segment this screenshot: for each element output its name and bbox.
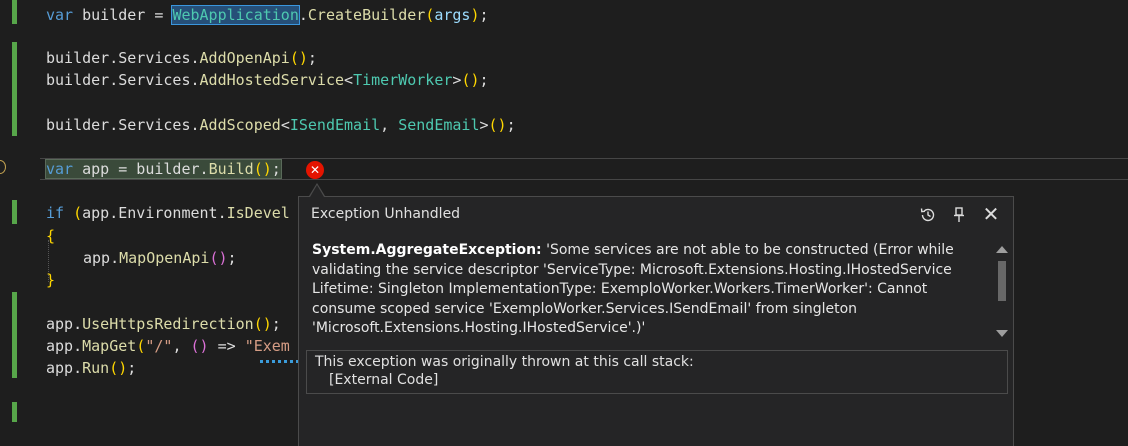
code-token: () bbox=[253, 315, 272, 333]
current-statement-selection[interactable]: var app = builder.Build(); bbox=[45, 159, 282, 179]
call-stack-heading: This exception was originally thrown at … bbox=[315, 354, 694, 370]
code-token: var bbox=[46, 6, 74, 24]
code-token: () bbox=[253, 160, 272, 178]
code-token: app. bbox=[46, 315, 83, 333]
code-token: ; bbox=[271, 160, 281, 178]
call-stack-frame[interactable]: [External Code] bbox=[329, 372, 438, 388]
message-scrollbar[interactable] bbox=[995, 243, 1009, 339]
code-token: AddHostedService bbox=[199, 71, 345, 89]
scroll-down-arrow-icon[interactable] bbox=[996, 330, 1008, 337]
code-token: () bbox=[461, 71, 480, 89]
change-indicator bbox=[12, 200, 17, 224]
code-token: if bbox=[46, 204, 65, 222]
code-token: < bbox=[280, 116, 290, 134]
code-token: () bbox=[289, 49, 308, 67]
code-token: ; bbox=[479, 6, 489, 24]
code-line[interactable]: app.MapGet("/", () => "Exem bbox=[46, 335, 290, 357]
code-line[interactable]: } bbox=[46, 269, 55, 291]
error-circle-icon[interactable]: ✕ bbox=[306, 161, 324, 179]
code-token: ; bbox=[307, 49, 317, 67]
history-icon[interactable] bbox=[916, 202, 940, 226]
code-token: } bbox=[46, 271, 56, 289]
code-token: MapOpenApi bbox=[119, 249, 210, 267]
code-token: UseHttpsRedirection bbox=[82, 315, 254, 333]
code-line[interactable]: var builder = WebApplication.CreateBuild… bbox=[46, 4, 489, 26]
code-line[interactable]: builder.Services.AddScoped<ISendEmail, S… bbox=[46, 114, 516, 136]
code-token: IsDevel bbox=[226, 204, 290, 222]
code-line[interactable]: if (app.Environment.IsDevel bbox=[46, 202, 290, 224]
scroll-thumb[interactable] bbox=[998, 261, 1006, 301]
code-token: app. bbox=[46, 337, 83, 355]
code-token: ; bbox=[271, 315, 281, 333]
code-token: , bbox=[172, 337, 191, 355]
code-token: , bbox=[380, 116, 399, 134]
breakpoint-marker-icon[interactable] bbox=[0, 160, 6, 174]
code-token: => bbox=[208, 337, 245, 355]
code-token: "/" bbox=[145, 337, 173, 355]
code-token: "Exem bbox=[244, 337, 290, 355]
code-line[interactable]: app.UseHttpsRedirection(); bbox=[46, 313, 281, 335]
close-icon[interactable]: ✕ bbox=[979, 202, 1003, 226]
change-indicator bbox=[12, 402, 17, 422]
code-token: Run bbox=[82, 359, 110, 377]
code-token: builder.Services. bbox=[46, 116, 200, 134]
exception-message: System.AggregateException: 'Some service… bbox=[312, 241, 982, 339]
code-line-current[interactable]: var app = builder.Build(); bbox=[45, 158, 282, 180]
code-editor[interactable]: var builder = WebApplication.CreateBuild… bbox=[0, 0, 1128, 446]
scroll-up-arrow-icon[interactable] bbox=[996, 246, 1008, 253]
code-token: builder.Services. bbox=[46, 71, 200, 89]
code-token: CreateBuilder bbox=[307, 6, 426, 24]
code-token: . bbox=[298, 6, 308, 24]
code-token: TimerWorker bbox=[353, 71, 453, 89]
code-token: builder = bbox=[73, 6, 173, 24]
change-indicator bbox=[12, 0, 17, 24]
code-token: ( bbox=[64, 204, 83, 222]
pin-icon[interactable] bbox=[947, 202, 971, 226]
code-token: app = builder. bbox=[73, 160, 209, 178]
warning-squiggle bbox=[260, 360, 298, 363]
code-line[interactable]: { bbox=[46, 225, 55, 247]
code-token: > bbox=[479, 116, 489, 134]
exception-type: System.AggregateException: bbox=[312, 242, 542, 258]
code-token: app.Environment. bbox=[82, 204, 227, 222]
code-line[interactable]: app.MapOpenApi(); bbox=[83, 247, 237, 269]
code-token: SendEmail bbox=[398, 116, 480, 134]
code-token: Build bbox=[208, 160, 254, 178]
change-indicator bbox=[12, 292, 17, 378]
code-token: AddOpenApi bbox=[199, 49, 290, 67]
code-token: ( bbox=[425, 6, 435, 24]
code-token: () bbox=[109, 359, 128, 377]
code-token: { bbox=[46, 227, 56, 245]
code-token: builder.Services. bbox=[46, 49, 200, 67]
code-token: app. bbox=[46, 359, 83, 377]
code-line[interactable]: builder.Services.AddHostedService<TimerW… bbox=[46, 69, 489, 91]
change-indicator bbox=[12, 42, 17, 136]
code-token: args bbox=[434, 6, 471, 24]
code-line[interactable]: app.Run(); bbox=[46, 357, 136, 379]
code-token: < bbox=[344, 71, 354, 89]
exception-helper-popup: Exception Unhandled ✕ System.AggregateEx… bbox=[298, 196, 1014, 446]
code-token: () bbox=[488, 116, 507, 134]
code-token: ; bbox=[127, 359, 137, 377]
code-token-highlighted[interactable]: WebApplication bbox=[171, 5, 300, 25]
code-token: ) bbox=[470, 6, 480, 24]
code-token: app. bbox=[83, 249, 120, 267]
call-stack-section: This exception was originally thrown at … bbox=[306, 350, 1008, 394]
code-line[interactable]: builder.Services.AddOpenApi(); bbox=[46, 47, 317, 69]
code-token: AddScoped bbox=[199, 116, 281, 134]
popup-title: Exception Unhandled bbox=[311, 206, 461, 222]
code-token: () bbox=[209, 249, 228, 267]
code-token: var bbox=[46, 160, 74, 178]
code-token: ; bbox=[479, 71, 489, 89]
code-token: ( bbox=[136, 337, 146, 355]
code-token: ; bbox=[227, 249, 237, 267]
code-token: MapGet bbox=[82, 337, 137, 355]
code-token: ISendEmail bbox=[289, 116, 381, 134]
code-token: () bbox=[190, 337, 209, 355]
code-token: ; bbox=[506, 116, 516, 134]
popup-pointer-fill bbox=[310, 185, 324, 197]
